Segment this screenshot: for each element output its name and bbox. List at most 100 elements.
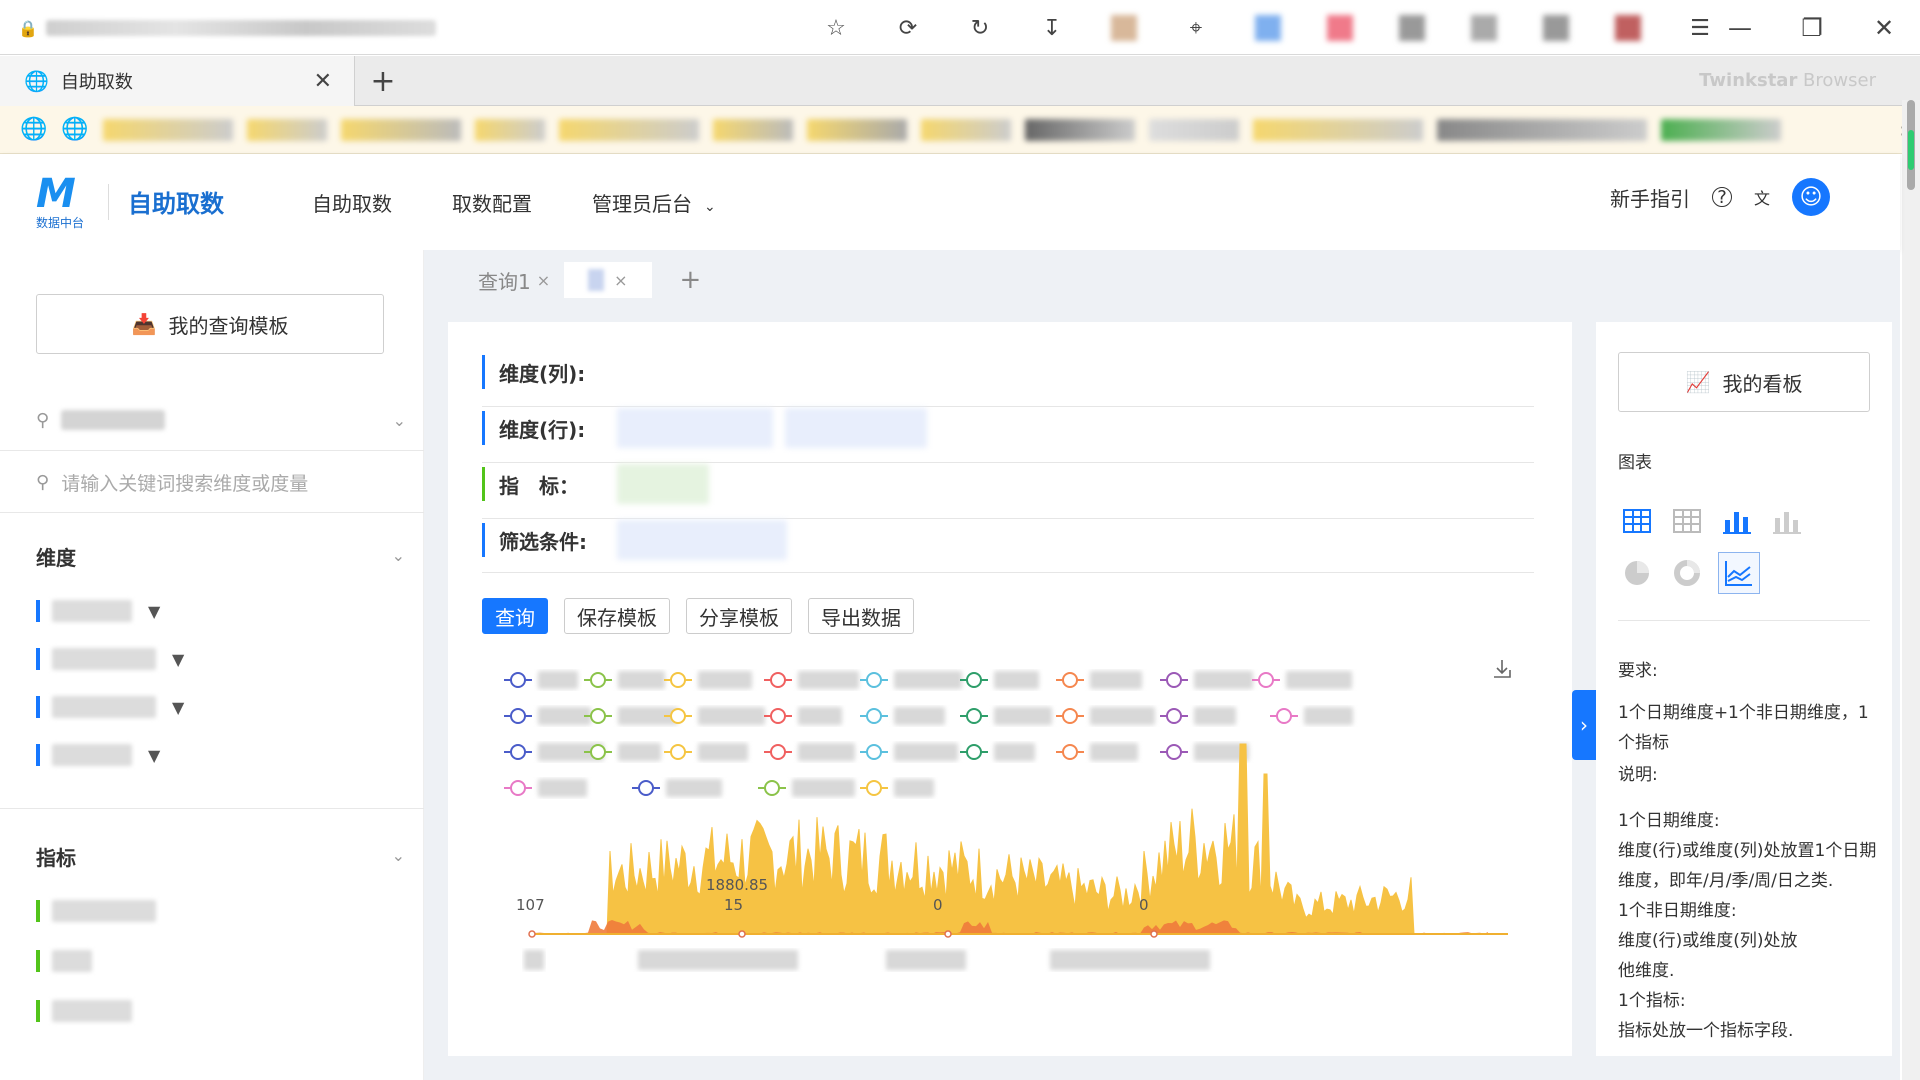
column-dimension-row[interactable]: 维度(列): <box>482 352 1534 392</box>
x-tick-label-redacted <box>638 950 798 970</box>
chevron-right-icon[interactable]: › <box>1572 690 1596 760</box>
bookmark-item[interactable] <box>920 118 1011 141</box>
app-logo[interactable]: M 数据中台 <box>36 174 92 232</box>
extension-icon[interactable] <box>1520 12 1592 44</box>
query-button[interactable]: 查询 <box>482 598 548 634</box>
close-icon[interactable]: × <box>614 271 627 290</box>
save-template-button[interactable]: 保存模板 <box>564 598 670 634</box>
row-dimension-row[interactable]: 维度(行): <box>482 408 1534 448</box>
extension-icon[interactable] <box>1088 12 1160 44</box>
bookmark-item[interactable] <box>1024 118 1135 141</box>
my-board-button[interactable]: 📈 我的看板 <box>1618 352 1870 412</box>
filter-icon[interactable]: ▼ <box>148 746 160 765</box>
dimension-item[interactable]: ▼ <box>36 694 184 720</box>
dataset-select[interactable]: ⚲ ⌄ <box>36 400 406 440</box>
add-query-tab-button[interactable]: + <box>652 262 730 298</box>
bookmark-item[interactable] <box>1436 118 1647 141</box>
filter-icon[interactable]: ▼ <box>148 602 160 621</box>
globe-icon[interactable]: 🌐 <box>20 117 47 142</box>
help-icon[interactable]: ? <box>1711 187 1732 208</box>
bookmark-item[interactable] <box>806 118 907 141</box>
extension-icon[interactable] <box>1304 12 1376 44</box>
page-scrollbar[interactable] <box>1902 100 1920 1080</box>
metric-item[interactable] <box>36 898 156 924</box>
filter-icon[interactable]: ▼ <box>172 698 184 717</box>
query-tab[interactable]: 查询1 × <box>464 262 564 298</box>
dimension-item[interactable]: ▼ <box>36 742 160 768</box>
legend-label-redacted <box>994 671 1039 689</box>
metric-item[interactable] <box>36 998 132 1024</box>
new-tab-button[interactable]: + <box>358 56 408 106</box>
stacked-bar-icon[interactable] <box>1768 502 1806 540</box>
export-data-button[interactable]: 导出数据 <box>808 598 914 634</box>
description-line: 维度(行)或维度(列)处放 <box>1618 931 1798 951</box>
dimension-chip-redacted[interactable] <box>617 408 773 448</box>
legend-marker <box>966 708 982 724</box>
tab-close-icon[interactable]: ✕ <box>314 69 332 94</box>
bookmark-item[interactable] <box>1148 118 1239 141</box>
download-icon[interactable] <box>1494 660 1511 678</box>
extension-icon[interactable] <box>1376 12 1448 44</box>
pivot-table-icon[interactable] <box>1668 502 1706 540</box>
metric-chip-redacted[interactable] <box>617 464 709 504</box>
bookmark-item[interactable] <box>102 118 233 141</box>
dimension-chip-redacted[interactable] <box>785 408 927 448</box>
bookmark-item[interactable] <box>1252 118 1423 141</box>
bookmark-item[interactable] <box>1660 118 1781 141</box>
nav-item-config[interactable]: 取数配置 <box>452 188 532 217</box>
nav-item-admin-label: 管理员后台 <box>592 192 692 216</box>
metric-item[interactable] <box>36 948 92 974</box>
bookmark-item[interactable] <box>712 118 793 141</box>
dimension-item[interactable]: ▼ <box>36 646 184 672</box>
pie-chart-icon[interactable] <box>1618 554 1656 592</box>
share-template-button[interactable]: 分享模板 <box>686 598 792 634</box>
close-icon[interactable]: ✕ <box>1848 0 1920 55</box>
dimension-item[interactable]: ▼ <box>36 598 160 624</box>
restore-icon[interactable]: ❐ <box>1776 0 1848 55</box>
legend-marker <box>590 744 606 760</box>
refresh-icon[interactable]: ⟳ <box>872 12 944 44</box>
bookmark-item[interactable] <box>474 118 545 141</box>
globe-icon[interactable]: 🌐 <box>61 117 88 142</box>
divider <box>482 572 1534 573</box>
keyword-search-input[interactable]: ⚲ 请输入关键词搜索维度或度量 <box>36 462 406 502</box>
bookmark-item[interactable] <box>558 118 699 141</box>
address-bar[interactable]: 🔒 <box>18 14 438 42</box>
row-marker <box>482 411 485 445</box>
guide-link[interactable]: 新手指引 <box>1610 183 1690 212</box>
filter-chip-redacted[interactable] <box>617 520 787 560</box>
translate-icon[interactable]: 文 <box>1754 185 1770 209</box>
donut-chart-icon[interactable] <box>1668 554 1706 592</box>
crop-icon[interactable]: ⌖ <box>1160 12 1232 44</box>
legend-marker <box>866 672 882 688</box>
star-icon[interactable]: ☆ <box>800 12 872 44</box>
metric-row[interactable]: 指 标： <box>482 464 1534 504</box>
action-buttons: 查询 保存模板 分享模板 导出数据 <box>482 598 914 634</box>
minimize-icon[interactable]: — <box>1704 0 1776 55</box>
extension-icon[interactable] <box>1592 12 1664 44</box>
download-icon[interactable]: ↧ <box>1016 12 1088 44</box>
undo-icon[interactable]: ↻ <box>944 12 1016 44</box>
legend-label-redacted <box>538 779 587 797</box>
close-icon[interactable]: × <box>537 271 550 290</box>
filter-row[interactable]: 筛选条件: <box>482 520 1534 560</box>
bookmark-item[interactable] <box>340 118 461 141</box>
avatar[interactable]: ☺ <box>1792 178 1830 216</box>
my-templates-button[interactable]: 📥 我的查询模板 <box>36 294 384 354</box>
nav-item-admin[interactable]: 管理员后台 ⌄ <box>592 188 716 217</box>
bar-chart-icon[interactable] <box>1718 502 1756 540</box>
chevron-down-icon[interactable]: ⌄ <box>392 846 405 865</box>
browser-tab[interactable]: 🌐 自助取数 ✕ <box>0 56 355 106</box>
chevron-down-icon[interactable]: ⌄ <box>392 546 405 565</box>
bookmark-item[interactable] <box>246 118 327 141</box>
extension-icon[interactable] <box>1232 12 1304 44</box>
nav-item-self-service[interactable]: 自助取数 <box>312 188 392 217</box>
table-icon[interactable] <box>1618 502 1656 540</box>
legend-marker <box>1166 744 1182 760</box>
filter-icon[interactable]: ▼ <box>172 650 184 669</box>
extension-icon[interactable] <box>1448 12 1520 44</box>
legend-label-redacted <box>894 779 934 797</box>
area-chart-icon[interactable] <box>1718 552 1760 594</box>
x-tick-label-redacted <box>1050 950 1210 970</box>
query-tab[interactable]: × <box>564 262 652 298</box>
